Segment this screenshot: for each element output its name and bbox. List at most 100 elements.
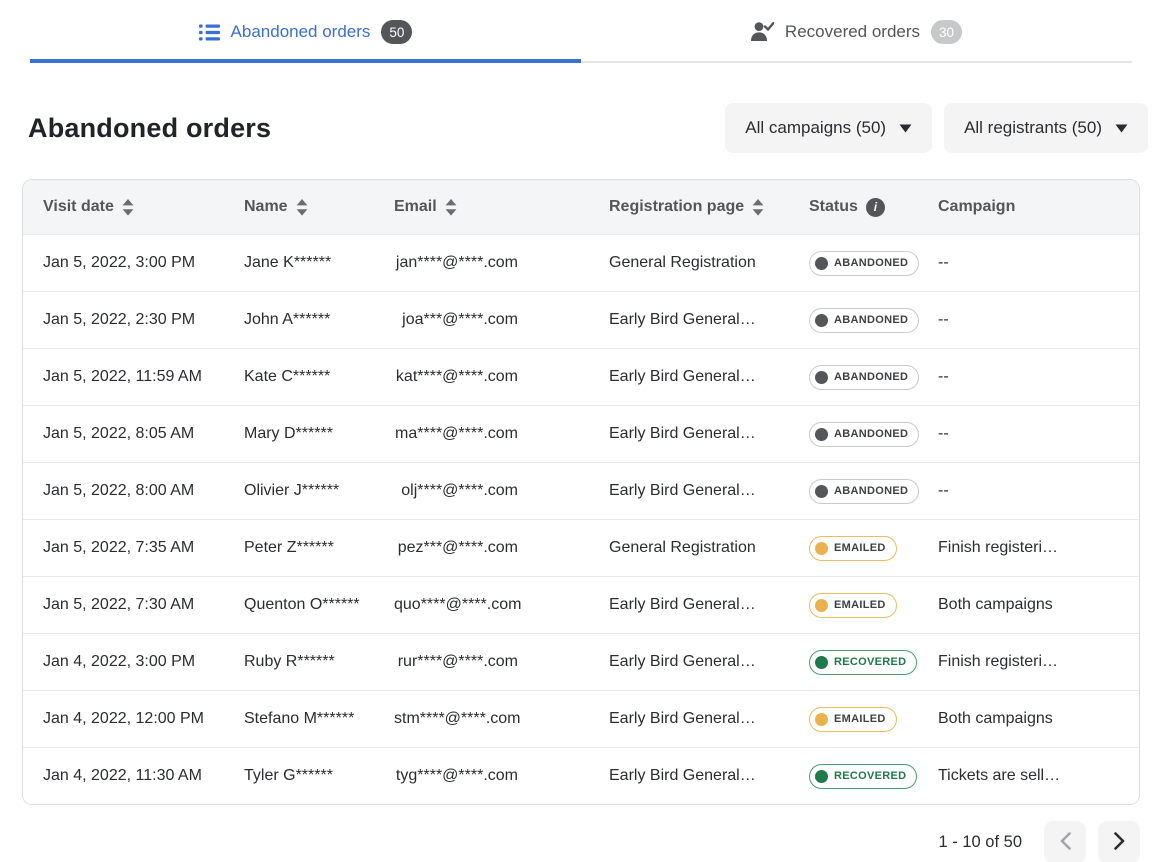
status-cell: ABANDONED	[809, 365, 938, 390]
email-cell: pez***@****.com	[394, 539, 609, 557]
table-row[interactable]: Jan 5, 2022, 7:30 AM Quenton O****** quo…	[23, 576, 1139, 633]
info-icon[interactable]: i	[866, 198, 885, 217]
status-dot-icon	[815, 314, 828, 327]
list-icon	[199, 24, 220, 41]
column-label: Email	[394, 198, 437, 216]
visit-date-cell: Jan 4, 2022, 11:30 AM	[43, 767, 244, 785]
previous-page-button[interactable]	[1044, 821, 1086, 862]
all-campaigns-dropdown[interactable]: All campaigns (50)	[725, 103, 932, 153]
filters: All campaigns (50) All registrants (50)	[725, 103, 1148, 153]
table-row[interactable]: Jan 5, 2022, 2:30 PM John A****** joa***…	[23, 291, 1139, 348]
column-header-registration-page[interactable]: Registration page	[609, 198, 809, 216]
status-dot-icon	[815, 656, 828, 669]
status-badge: RECOVERED	[809, 650, 917, 675]
visit-date-cell: Jan 5, 2022, 2:30 PM	[43, 311, 244, 329]
status-badge: ABANDONED	[809, 251, 919, 276]
all-registrants-dropdown[interactable]: All registrants (50)	[944, 103, 1148, 153]
sort-icon[interactable]	[122, 199, 134, 216]
column-header-status: Status i	[809, 198, 938, 217]
email-cell: stm****@****.com	[394, 710, 609, 728]
status-cell: ABANDONED	[809, 422, 938, 447]
tab-bar: Abandoned orders 50 Recovered orders 30	[30, 20, 1132, 63]
dropdown-label: All campaigns (50)	[745, 118, 886, 138]
column-label: Visit date	[43, 198, 114, 216]
dropdown-label: All registrants (50)	[964, 118, 1102, 138]
tab-recovered-orders[interactable]: Recovered orders 30	[581, 20, 1132, 63]
column-header-visit-date[interactable]: Visit date	[43, 198, 244, 216]
tab-label: Recovered orders	[785, 22, 920, 42]
status-cell: EMAILED	[809, 536, 938, 561]
email-cell: rur****@****.com	[394, 653, 609, 671]
campaign-cell: --	[938, 311, 1139, 329]
table-row[interactable]: Jan 5, 2022, 11:59 AM Kate C****** kat**…	[23, 348, 1139, 405]
name-cell: Olivier J******	[244, 482, 394, 500]
sort-icon[interactable]	[296, 199, 308, 216]
table-row[interactable]: Jan 5, 2022, 8:05 AM Mary D****** ma****…	[23, 405, 1139, 462]
registration-page-cell: Early Bird General…	[609, 767, 809, 785]
campaign-cell: --	[938, 368, 1139, 386]
name-cell: Jane K******	[244, 254, 394, 272]
campaign-cell: --	[938, 482, 1139, 500]
email-cell: joa***@****.com	[394, 311, 609, 329]
person-check-icon	[751, 22, 774, 42]
status-cell: EMAILED	[809, 707, 938, 732]
campaign-cell: Finish registeri…	[938, 539, 1139, 557]
name-cell: Peter Z******	[244, 539, 394, 557]
email-cell: kat****@****.com	[394, 368, 609, 386]
table-header: Visit date Name Email Registration page	[23, 180, 1139, 234]
column-header-email[interactable]: Email	[394, 198, 609, 216]
visit-date-cell: Jan 5, 2022, 7:35 AM	[43, 539, 244, 557]
status-badge: ABANDONED	[809, 479, 919, 504]
page-title: Abandoned orders	[28, 113, 271, 144]
table-row[interactable]: Jan 4, 2022, 11:30 AM Tyler G****** tyg*…	[23, 747, 1139, 804]
visit-date-cell: Jan 5, 2022, 8:05 AM	[43, 425, 244, 443]
status-cell: RECOVERED	[809, 650, 938, 675]
status-dot-icon	[815, 542, 828, 555]
registration-page-cell: Early Bird General…	[609, 425, 809, 443]
status-label: EMAILED	[834, 713, 886, 725]
status-dot-icon	[815, 770, 828, 783]
campaign-cell: --	[938, 254, 1139, 272]
table-row[interactable]: Jan 5, 2022, 7:35 AM Peter Z****** pez**…	[23, 519, 1139, 576]
status-label: EMAILED	[834, 542, 886, 554]
registration-page-cell: Early Bird General…	[609, 311, 809, 329]
registration-page-cell: Early Bird General…	[609, 710, 809, 728]
status-label: RECOVERED	[834, 770, 906, 782]
tab-count-badge: 50	[381, 20, 412, 44]
tab-count-badge: 30	[931, 20, 962, 44]
visit-date-cell: Jan 4, 2022, 3:00 PM	[43, 653, 244, 671]
table-row[interactable]: Jan 5, 2022, 3:00 PM Jane K****** jan***…	[23, 234, 1139, 291]
table-row[interactable]: Jan 4, 2022, 12:00 PM Stefano M****** st…	[23, 690, 1139, 747]
column-header-campaign: Campaign	[938, 198, 1139, 216]
registration-page-cell: General Registration	[609, 254, 809, 272]
registration-page-cell: Early Bird General…	[609, 368, 809, 386]
status-cell: RECOVERED	[809, 764, 938, 789]
sort-icon[interactable]	[752, 199, 764, 216]
status-label: ABANDONED	[834, 257, 908, 269]
status-badge: ABANDONED	[809, 422, 919, 447]
next-page-button[interactable]	[1098, 821, 1140, 862]
table-row[interactable]: Jan 4, 2022, 3:00 PM Ruby R****** rur***…	[23, 633, 1139, 690]
sort-icon[interactable]	[445, 199, 457, 216]
status-dot-icon	[815, 485, 828, 498]
column-header-name[interactable]: Name	[244, 198, 394, 216]
status-badge: ABANDONED	[809, 365, 919, 390]
status-label: ABANDONED	[834, 485, 908, 497]
status-label: RECOVERED	[834, 656, 906, 668]
tab-abandoned-orders[interactable]: Abandoned orders 50	[30, 20, 581, 63]
chevron-left-icon	[1060, 832, 1071, 853]
status-badge: EMAILED	[809, 707, 897, 732]
status-cell: ABANDONED	[809, 251, 938, 276]
status-dot-icon	[815, 713, 828, 726]
name-cell: Tyler G******	[244, 767, 394, 785]
column-label: Status	[809, 198, 858, 216]
table-body: Jan 5, 2022, 3:00 PM Jane K****** jan***…	[23, 234, 1139, 804]
table-row[interactable]: Jan 5, 2022, 8:00 AM Olivier J****** olj…	[23, 462, 1139, 519]
column-label: Campaign	[938, 198, 1015, 216]
visit-date-cell: Jan 5, 2022, 11:59 AM	[43, 368, 244, 386]
status-dot-icon	[815, 599, 828, 612]
email-cell: olj****@****.com	[394, 482, 609, 500]
status-cell: EMAILED	[809, 593, 938, 618]
tab-label: Abandoned orders	[231, 22, 371, 42]
email-cell: tyg****@****.com	[394, 767, 609, 785]
